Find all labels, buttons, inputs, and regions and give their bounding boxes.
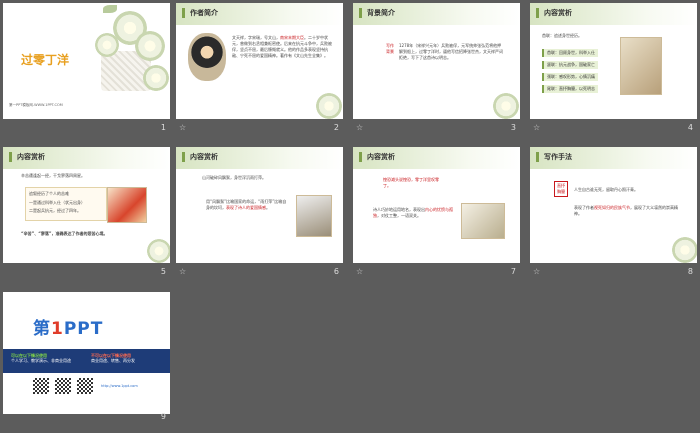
slide-heading: 背景简介 [367, 9, 395, 17]
slide-subtitle: 第一PPT模板网-WWW.1PPT.COM [9, 103, 63, 107]
slide-lead: 人生自古谁无死，留取丹心照汗青。 [574, 187, 638, 192]
title-accent [359, 8, 362, 18]
title-accent [182, 8, 185, 18]
verse-tag: 颔联：抗元战争，国破家亡 [542, 61, 598, 69]
slide-number: 5 [160, 267, 166, 276]
slide-heading: 内容赏析 [367, 153, 395, 161]
slide-thumbnail-6[interactable]: 内容赏析 山河破碎风飘絮，身世浮沉雨打萍。 用“风飘絮”比喻国家的命运，“雨打萍… [176, 147, 343, 276]
flower-image [493, 93, 519, 119]
slide-thumbnail-2[interactable]: 作者简介 文天祥，字宋瑞，号文山，南宋末期大臣。二十岁中状元，曾做到右丞相兼枢密… [176, 3, 343, 132]
title-accent [536, 8, 539, 18]
usage-forbidden: 不可以在以下情况使用 商业用途、转售、再分发 [91, 353, 135, 363]
author-bio: 文天祥，字宋瑞，号文山，南宋末期大臣。二十岁中状元，曾做到右丞相兼枢密使。后来在… [232, 35, 332, 58]
slide-number: 1 [160, 123, 166, 132]
illustration-image [620, 37, 662, 95]
qr-code-icon [55, 378, 71, 394]
title-accent [9, 152, 12, 162]
background-text: 1278年（宋祥兴元年）兵败被俘，元军统帅张弘范将他押解到船上，过零丁洋时，逼他… [399, 43, 503, 60]
usage-allowed: 可以在以下情况使用 个人学习、教学演示、非商业用途 [11, 353, 71, 363]
slide-lead: 辛苦遭逢起一经，干戈寥落四周星。 [21, 173, 85, 178]
qr-code-icon [77, 378, 93, 394]
slide-title: 过零丁洋 [21, 53, 70, 67]
slide-sorter: 过零丁洋 第一PPT模板网-WWW.1PPT.COM 1 作者简介 文天祥，字宋… [0, 0, 700, 433]
slide-heading: 作者简介 [190, 9, 218, 17]
slide-number: 4 [687, 123, 693, 132]
slide-quote: “辛苦”、“寥落”，准确表达了作者的悲苦心境。 [21, 231, 108, 236]
flower-image [95, 33, 119, 57]
verse-tag: 尾联：直抒胸臆，以死明志 [542, 85, 598, 93]
star-icon: ☆ [179, 123, 187, 132]
author-portrait [188, 33, 226, 81]
slide-lead: 惶恐滩头说惶恐，零丁洋里叹零丁。 [383, 177, 439, 188]
illustration-image [296, 195, 332, 237]
website-link[interactable]: http://www.1ppt.com [101, 384, 138, 388]
qr-code-icon [33, 378, 49, 394]
title-accent [359, 152, 362, 162]
star-icon: ☆ [356, 267, 364, 276]
star-icon: ☆ [533, 123, 541, 132]
slide-heading: 内容赏析 [17, 153, 45, 161]
slide-thumbnail-5[interactable]: 内容赏析 辛苦遭逢起一经，干戈寥落四周星。 追叙经历了个人的苦难 一是通过科举入… [3, 147, 170, 276]
analysis-text: 用“风飘絮”比喻国家的命运，“雨打萍”比喻自身的坎坷，表现了诗人的爱国情感。 [206, 199, 287, 210]
flower-image [316, 93, 342, 119]
slide-thumbnail-3[interactable]: 背景简介 写作背景 1278年（宋祥兴元年）兵败被俘，元军统帅张弘范将他押解到船… [353, 3, 520, 132]
vertical-label: 直抒胸臆 [554, 181, 568, 197]
flower-image [147, 239, 170, 263]
leaf-decoration [103, 5, 117, 13]
slide-thumbnail-8[interactable]: 写作手法 直抒胸臆 人生自古谁无死，留取丹心照汗青。 表现了作者视死如归的民族气… [530, 147, 697, 276]
slide-thumbnail-1[interactable]: 过零丁洋 第一PPT模板网-WWW.1PPT.COM 1 [3, 3, 170, 132]
star-icon: ☆ [533, 267, 541, 276]
title-accent [536, 152, 539, 162]
slide-number: 7 [510, 267, 516, 276]
flower-image [143, 65, 169, 91]
slide-number: 8 [687, 267, 693, 276]
verse-tag: 颈联：感叹形势，心情沉痛 [542, 73, 598, 81]
slide-heading: 写作手法 [544, 153, 572, 161]
star-icon: ☆ [356, 123, 364, 132]
flower-image [135, 31, 165, 61]
flower-image [672, 237, 697, 263]
slide-thumbnail-4[interactable]: 内容赏析 首联：追述身世经历。 首联：回顾身世，科举入仕 颔联：抗元战争，国破家… [530, 3, 697, 132]
slide-thumbnail-7[interactable]: 内容赏析 惶恐滩头说惶恐，零丁洋里叹零丁。 诗人巧妙地运用地名，表现出内心的忧愤… [353, 147, 520, 276]
title-accent [182, 152, 185, 162]
illustration-image [461, 203, 505, 239]
brand-logo: 第1PPT [33, 319, 104, 339]
analysis-text: 表现了作者视死如归的民族气节，展现了大义凛然的崇高精神。 [574, 205, 678, 216]
slide-number: 9 [160, 412, 166, 421]
summary-box: 追叙经历了个人的苦难 一是通过科举入仕（状元出身） 二是起兵抗元，经过了四年。 [25, 187, 107, 221]
slide-thumbnail-9[interactable]: 第1PPT 可以在以下情况使用 个人学习、教学演示、非商业用途 不可以在以下情况… [3, 292, 170, 421]
star-icon: ☆ [179, 267, 187, 276]
analysis-text: 诗人巧妙地运用地名，表现出内心的忧愤与孤独，对仗工整，一语双关。 [373, 207, 453, 218]
slide-number: 3 [510, 123, 516, 132]
slide-lead: 山河破碎风飘絮，身世浮沉雨打萍。 [202, 175, 266, 180]
slide-number: 2 [333, 123, 339, 132]
slide-heading: 内容赏析 [544, 9, 572, 17]
slide-heading: 内容赏析 [190, 153, 218, 161]
slide-number: 6 [333, 267, 339, 276]
verse-tag: 首联：回顾身世，科举入仕 [542, 49, 598, 57]
vertical-label: 写作背景 [386, 43, 394, 54]
slide-lead: 首联：追述身世经历。 [542, 33, 582, 38]
illustration-image [107, 187, 147, 223]
